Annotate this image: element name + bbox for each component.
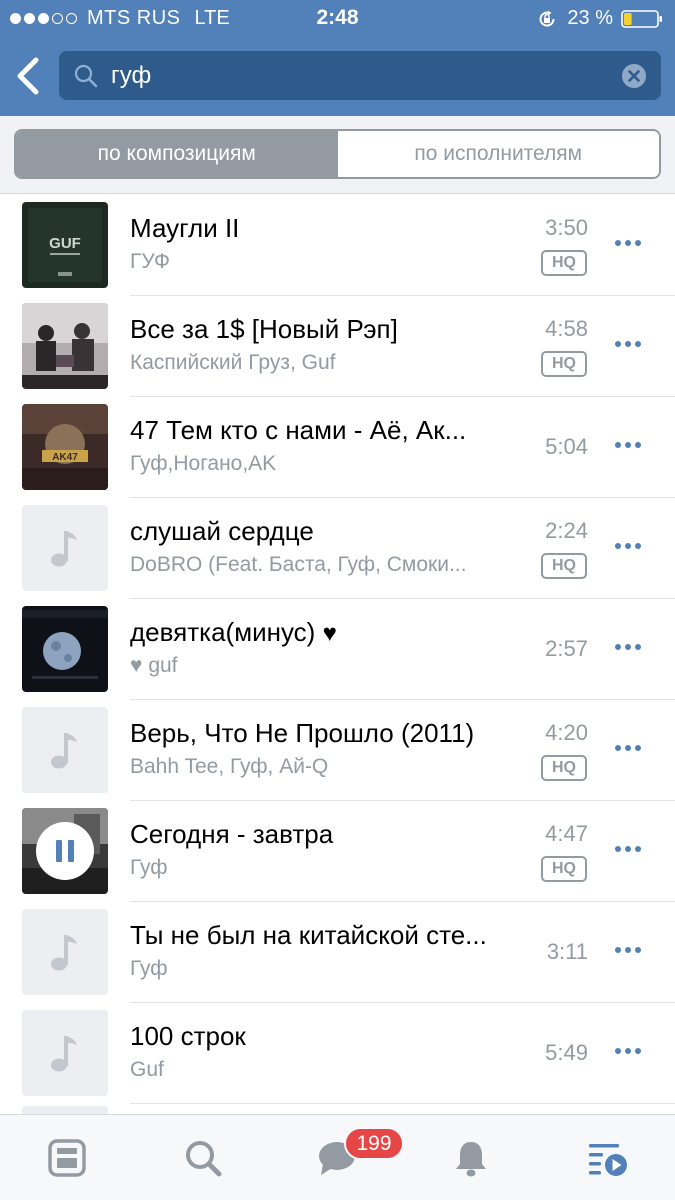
tab-news[interactable] xyxy=(42,1133,92,1183)
search-bar[interactable] xyxy=(59,51,661,100)
track-artist: Guf xyxy=(130,1058,164,1081)
messages-badge: 199 xyxy=(344,1127,404,1160)
more-options-icon[interactable] xyxy=(615,240,641,248)
hq-badge: HQ xyxy=(541,856,587,882)
track-duration: 5:04 xyxy=(545,434,588,459)
search-filter-bar: по композициям по исполнителям xyxy=(0,116,675,194)
track-title: слушай сердце xyxy=(130,516,314,546)
more-options-icon[interactable] xyxy=(615,846,641,854)
tab-search[interactable] xyxy=(178,1133,228,1183)
more-options-icon[interactable] xyxy=(615,745,641,753)
track-artist: ГУФ xyxy=(130,250,170,273)
search-input[interactable] xyxy=(111,51,611,100)
track-artist: Bahh Tee, Гуф, Ай-Q xyxy=(130,755,329,778)
clear-search-icon[interactable] xyxy=(621,63,647,89)
track-duration: 3:11 xyxy=(546,939,588,964)
track-artist: Каспийский Груз, Guf xyxy=(130,351,336,374)
track-title: Сегодня - завтра xyxy=(130,819,334,849)
music-note-icon xyxy=(51,733,77,769)
svg-text:GUF: GUF xyxy=(49,235,81,252)
more-options-icon[interactable] xyxy=(615,543,641,551)
track-title: Верь, Что Не Прошло (2011) xyxy=(130,718,475,748)
music-note-icon xyxy=(51,935,77,971)
track-title: Ты не был на китайской сте... xyxy=(130,920,487,950)
track-row[interactable]: девятка(минус) ♥ ♥ guf 2:57 xyxy=(0,599,675,700)
battery-icon xyxy=(621,9,662,28)
more-options-icon[interactable] xyxy=(615,644,641,652)
music-icon xyxy=(589,1144,627,1176)
track-duration: 4:58 xyxy=(545,316,588,341)
tab-notifications[interactable] xyxy=(446,1133,496,1183)
header: MTS RUS LTE 2:48 23 % xyxy=(0,0,675,116)
track-artist: ♥ guf xyxy=(130,654,178,677)
track-duration: 4:47 xyxy=(545,821,588,846)
tab-by-tracks[interactable]: по композициям xyxy=(16,131,338,177)
status-bar: MTS RUS LTE 2:48 23 % xyxy=(0,0,675,38)
album-cover xyxy=(22,808,108,894)
track-title: Маугли II xyxy=(130,213,240,243)
news-icon xyxy=(48,1139,86,1177)
track-row[interactable]: Все за 1$ [Новый Рэп] Каспийский Груз, G… xyxy=(0,296,675,397)
track-row[interactable]: Верь, Что Не Прошло (2011) Bahh Tee, Гуф… xyxy=(0,700,675,801)
album-cover: GUF xyxy=(22,202,108,288)
track-artist: Гуф,Ногано,AK xyxy=(130,452,277,475)
heart-icon: ♥ xyxy=(130,654,143,677)
track-duration: 2:24 xyxy=(545,518,588,543)
track-artist: Гуф xyxy=(130,957,168,980)
music-note-placeholder xyxy=(22,707,108,793)
more-options-icon[interactable] xyxy=(615,1048,641,1056)
track-artist: DoBRO (Feat. Баста, Гуф, Смоки... xyxy=(130,553,467,576)
track-duration: 2:57 xyxy=(545,636,588,661)
track-row[interactable]: Ты не был на китайской сте... Гуф 3:11 xyxy=(0,902,675,1003)
hq-badge: HQ xyxy=(541,351,587,377)
tab-music[interactable] xyxy=(582,1133,632,1183)
back-arrow-icon[interactable] xyxy=(14,56,40,96)
more-options-icon[interactable] xyxy=(615,341,641,349)
hq-badge: HQ xyxy=(541,250,587,276)
music-note-icon xyxy=(51,1036,77,1072)
music-note-icon xyxy=(51,531,77,567)
track-row[interactable]: GUF Маугли II ГУФ 3:50 HQ xyxy=(0,195,675,296)
pause-button[interactable] xyxy=(36,822,94,880)
hq-badge: HQ xyxy=(541,553,587,579)
heart-icon: ♥ xyxy=(322,620,337,647)
album-cover xyxy=(22,303,108,389)
music-note-placeholder xyxy=(22,505,108,591)
track-title: девятка(минус) ♥ xyxy=(130,617,337,647)
track-artist: Гуф xyxy=(130,856,168,879)
search-filter-segmented-control: по композициям по исполнителям xyxy=(14,129,661,179)
track-row[interactable]: 100 строк Guf 5:49 xyxy=(0,1003,675,1104)
track-row-playing[interactable]: Сегодня - завтра Гуф 4:47 HQ xyxy=(0,801,675,902)
album-cover: AK47 xyxy=(22,404,108,490)
album-cover xyxy=(22,606,108,692)
svg-text:AK47: AK47 xyxy=(52,452,78,463)
track-duration: 3:50 xyxy=(545,215,588,240)
track-title: 47 Тем кто с нами - Аё, Ак... xyxy=(130,415,467,445)
tab-bar: 199 xyxy=(0,1114,675,1200)
track-title: Все за 1$ [Новый Рэп] xyxy=(130,314,398,344)
rotation-lock-icon xyxy=(539,10,555,27)
track-row[interactable]: AK47 47 Тем кто с нами - Аё, Ак... Гуф,Н… xyxy=(0,397,675,498)
battery-percent: 23 % xyxy=(567,7,613,29)
search-icon xyxy=(186,1141,222,1177)
hq-badge: HQ xyxy=(541,755,587,781)
track-duration: 5:49 xyxy=(545,1040,588,1065)
track-duration: 4:20 xyxy=(545,720,588,745)
notifications-icon xyxy=(456,1142,486,1177)
track-row[interactable]: слушай сердце DoBRO (Feat. Баста, Гуф, С… xyxy=(0,498,675,599)
more-options-icon[interactable] xyxy=(615,947,641,955)
music-note-placeholder xyxy=(22,909,108,995)
search-icon xyxy=(74,64,98,88)
track-title: 100 строк xyxy=(130,1021,246,1051)
more-options-icon[interactable] xyxy=(615,442,641,450)
music-note-placeholder xyxy=(22,1010,108,1096)
track-list: GUF Маугли II ГУФ 3:50 HQ Все за 1$ [Нов… xyxy=(0,195,675,1104)
tab-by-artists[interactable]: по исполнителям xyxy=(337,131,659,177)
